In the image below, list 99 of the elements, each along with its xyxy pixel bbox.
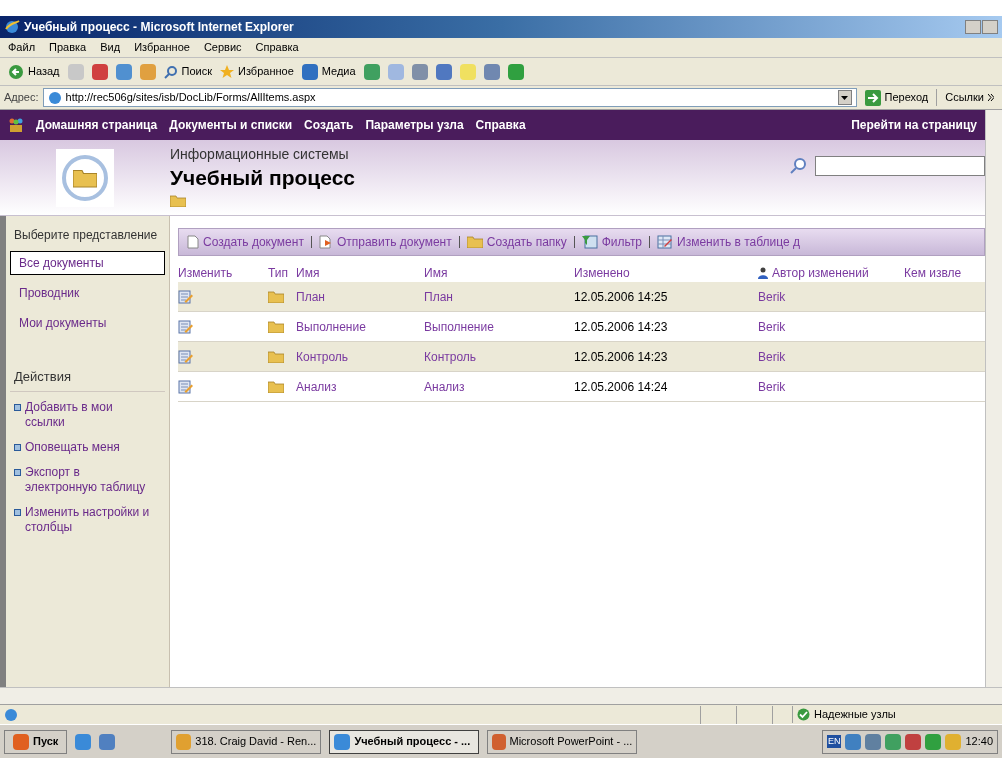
favorites-button[interactable]: Избранное (220, 63, 294, 80)
table-edit-icon (657, 235, 674, 249)
column-header[interactable]: Тип (268, 264, 296, 282)
column-header[interactable]: Имя (424, 264, 574, 282)
folder-icon (268, 350, 284, 363)
links-button[interactable]: Ссылки (936, 89, 998, 106)
modified-cell-text: 12.05.2006 14:23 (574, 318, 668, 336)
back-button[interactable]: Назад (8, 63, 60, 80)
views-heading: Выберите представление (13, 228, 159, 243)
table-filter-icon (581, 235, 598, 249)
modified-cell-text: 12.05.2006 14:25 (574, 288, 668, 306)
document-arrow-icon (318, 235, 333, 249)
column-header[interactable]: Автор изменений (744, 264, 904, 282)
folder-icon (170, 195, 186, 208)
name-link[interactable]: Контроль (424, 347, 477, 366)
modified-cell-text: 12.05.2006 14:23 (574, 348, 668, 366)
person-icon (758, 267, 768, 279)
action-link[interactable]: Оповещать меня (25, 439, 155, 455)
folder-icon (268, 290, 284, 303)
window-title: Учебный процесс - Microsoft Internet Explorer (24, 19, 295, 36)
media-button[interactable]: Медиа (301, 63, 356, 80)
column-header[interactable]: Имя (296, 264, 424, 282)
folder-icon (268, 380, 284, 393)
menu-item[interactable]: Вид (100, 39, 121, 56)
goto-link[interactable]: Перейти на страницу (851, 116, 977, 134)
view-link[interactable]: Проводник (10, 281, 165, 305)
menu-item[interactable]: Избранное (134, 39, 190, 56)
view-link[interactable]: Все документы (10, 251, 165, 275)
modified-cell-text: 12.05.2006 14:24 (574, 378, 668, 396)
bullet-icon (14, 403, 21, 411)
actions-heading: Действия (10, 367, 165, 392)
edit-document-icon[interactable] (178, 318, 194, 335)
search-field[interactable] (815, 155, 985, 176)
address-field[interactable]: http://rec506g/sites/isb/DocLib/Forms/AllItems.aspx (42, 88, 857, 107)
author-link[interactable]: Berik (758, 347, 786, 366)
minimize-button[interactable] (965, 20, 981, 34)
folder-icon (268, 320, 284, 333)
bullet-icon (14, 468, 21, 476)
menu-item[interactable]: Сервис (203, 39, 242, 56)
nav-link[interactable]: Создать (304, 116, 354, 134)
toolbar-button[interactable]: Создать папку (466, 233, 567, 251)
taskbar-button[interactable]: Microsoft PowerPoint - ... (487, 729, 638, 754)
bullet-icon (14, 443, 21, 451)
menu-item[interactable]: Правка (49, 39, 87, 56)
toolbar-button[interactable]: Создать документ (187, 233, 304, 251)
language-indicator[interactable]: EN (826, 734, 842, 749)
column-header[interactable]: Изменено (574, 264, 744, 282)
vertical-scrollbar[interactable] (985, 110, 1002, 687)
search-icon (789, 156, 807, 175)
start-button[interactable]: Пуск (4, 729, 68, 754)
go-button[interactable]: Переход (860, 89, 933, 106)
edit-document-icon[interactable] (178, 378, 194, 395)
folder-icon (466, 236, 483, 248)
address-label: Адрес: (4, 90, 39, 106)
action-link[interactable]: Добавить в мои ссылки (25, 399, 155, 430)
menu-item[interactable]: Справка (255, 39, 299, 56)
page-title: Учебный процесс (170, 165, 356, 191)
column-header[interactable]: Изменить (178, 264, 268, 282)
name-link[interactable]: Анализ (424, 377, 465, 396)
nav-link[interactable]: Справка (475, 116, 526, 134)
name-link[interactable]: Выполнение (296, 317, 366, 336)
arrow-icon (864, 89, 881, 106)
author-link[interactable]: Berik (758, 287, 786, 306)
nav-link[interactable]: Документы и списки (169, 116, 293, 134)
nav-link[interactable]: Домашняя страница (36, 116, 158, 134)
name-link[interactable]: Контроль (296, 347, 349, 366)
action-link[interactable]: Экспорт в электронную таблицу (25, 464, 155, 495)
maximize-button[interactable] (982, 20, 998, 34)
edit-document-icon[interactable] (178, 288, 194, 305)
people-icon (8, 117, 24, 133)
star-icon (220, 64, 234, 79)
view-link[interactable]: Мои документы (10, 311, 165, 335)
bullet-icon (14, 508, 21, 516)
edit-document-icon[interactable] (178, 348, 194, 365)
taskbar-button[interactable]: 318. Craig David - Ren... (171, 729, 322, 754)
name-link[interactable]: План (296, 287, 325, 306)
horizontal-scrollbar[interactable] (0, 687, 1002, 704)
taskbar-button[interactable]: Учебный процесс - ... (329, 729, 480, 754)
toolbar-button[interactable]: Изменить в таблице д (657, 233, 801, 251)
author-link[interactable]: Berik (758, 317, 786, 336)
nav-link[interactable]: Параметры узла (365, 116, 464, 134)
toolbar-button[interactable]: Отправить документ (318, 233, 452, 251)
folder-logo-icon (73, 167, 97, 188)
chevron-icon (988, 94, 994, 101)
name-link[interactable]: План (424, 287, 453, 306)
toolbar-button[interactable]: Фильтр (581, 233, 643, 251)
search-button[interactable]: Поиск (163, 63, 212, 80)
name-link[interactable]: Выполнение (424, 317, 494, 336)
author-link[interactable]: Berik (758, 377, 786, 396)
clock: 12:40 (965, 734, 993, 750)
column-header[interactable]: Кем извле (904, 264, 985, 282)
security-zone: Надежные узлы (792, 706, 1002, 723)
name-link[interactable]: Анализ (296, 377, 337, 396)
document-icon (187, 235, 199, 249)
magnifier-icon (163, 64, 178, 79)
action-link[interactable]: Изменить настройки и столбцы (25, 504, 155, 535)
menu-item[interactable]: Файл (8, 39, 36, 56)
check-icon (797, 708, 810, 721)
site-name: Информационные системы (170, 145, 350, 164)
